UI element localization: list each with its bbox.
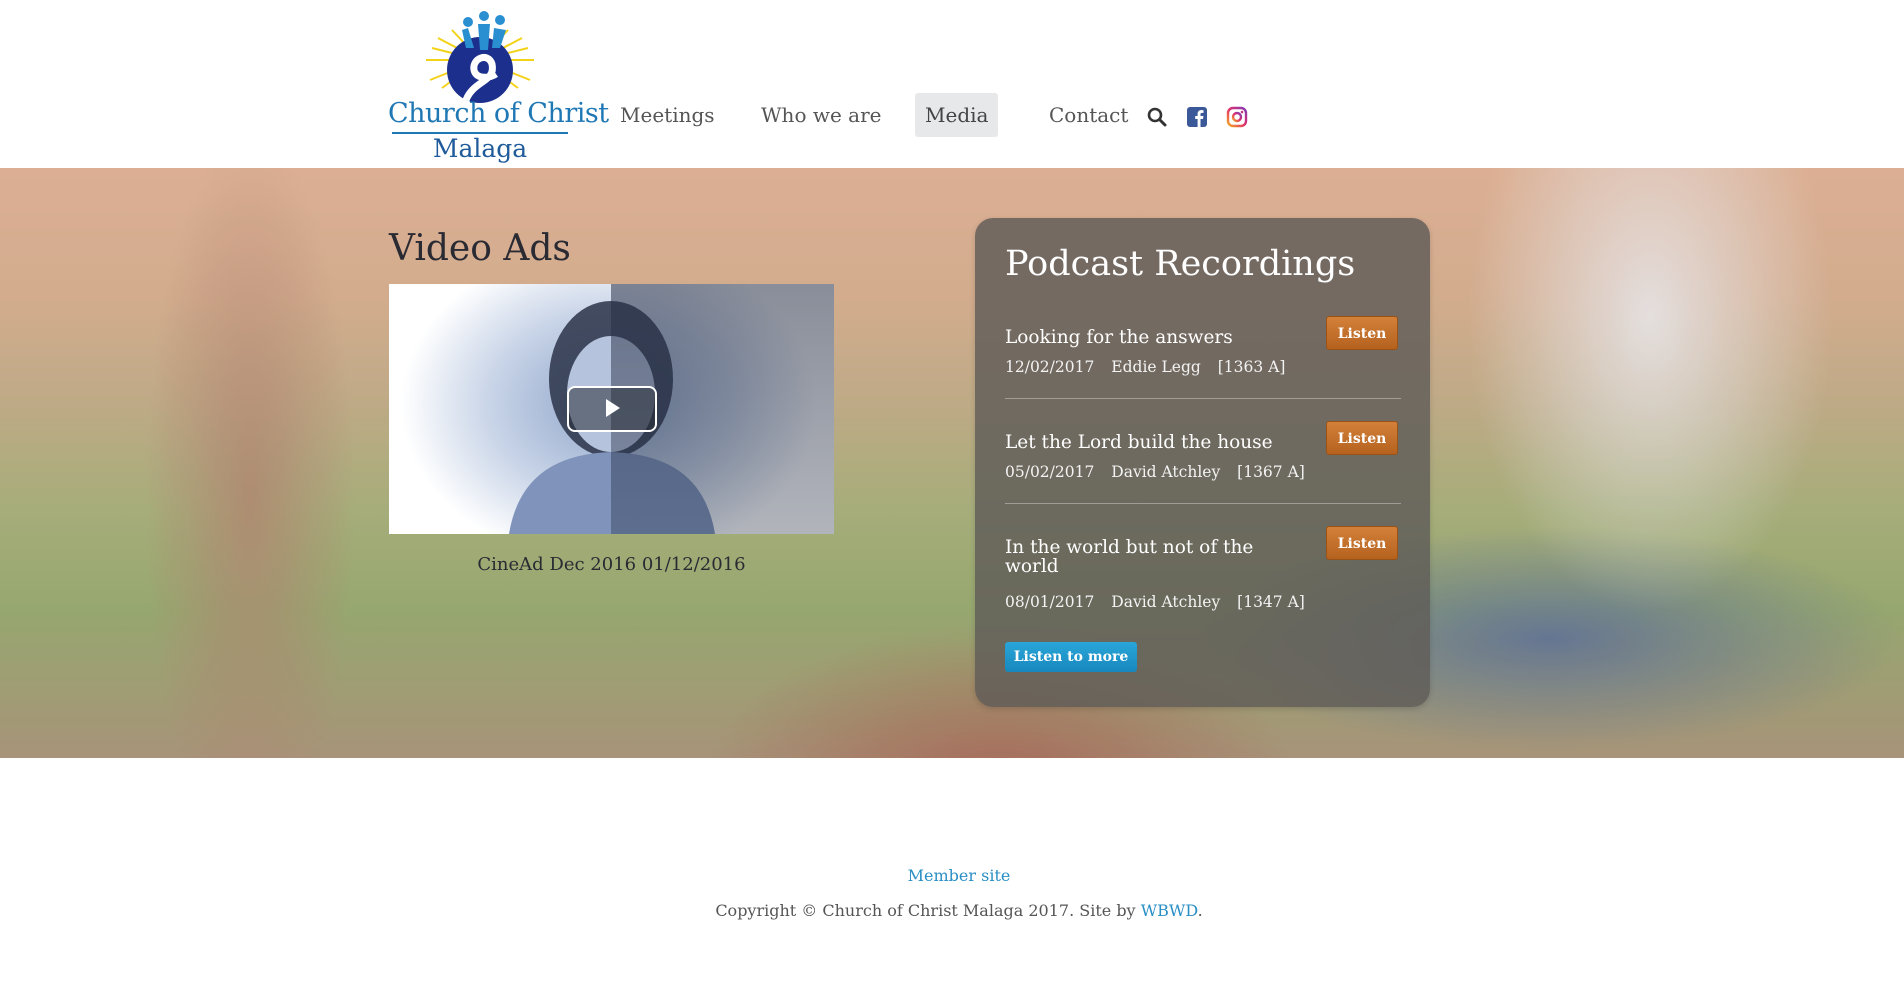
copyright-notice: Copyright © Church of Christ Malaga 2017… [0,901,1904,920]
video-section-title: Video Ads [389,228,571,269]
episode-code: [1363 A] [1217,358,1286,376]
play-button[interactable] [567,386,657,432]
logo-text-name: Church of Christ [388,98,609,129]
episode-title[interactable]: Looking for the answers [1005,328,1295,347]
hero-background: Video Ads CineAd Dec 2016 01/12/2016 Pod… [0,168,1904,758]
nav-item-who-we-are[interactable]: Who we are [751,93,891,137]
member-site-link-text[interactable]: Member site [908,866,1011,885]
video-player[interactable] [389,284,834,534]
episode-speaker: Eddie Legg [1111,358,1201,376]
episode-date: 08/01/2017 [1005,593,1095,611]
hero-overlay [0,168,1904,758]
podcast-panel: Podcast Recordings Looking for the answe… [975,218,1430,707]
search-icon[interactable] [1146,106,1168,128]
episode-divider [1005,398,1401,399]
episode-divider [1005,503,1401,504]
listen-to-more-button[interactable]: Listen to more [1005,642,1137,672]
episode-meta: 08/01/2017 David Atchley [1347 A] [1005,593,1317,611]
episode-title[interactable]: Let the Lord build the house [1005,433,1295,452]
episode-date: 12/02/2017 [1005,358,1095,376]
site-logo[interactable]: Church of Christ Malaga [388,8,609,163]
copyright-text: Copyright © Church of Christ Malaga 2017… [715,901,1141,920]
episode-code: [1347 A] [1237,593,1305,611]
video-caption: CineAd Dec 2016 01/12/2016 [477,554,746,575]
credit-link[interactable]: WBWD [1141,901,1198,920]
nav-item-meetings[interactable]: Meetings [610,93,725,137]
episode-code: [1367 A] [1237,463,1305,481]
logo-text-city: Malaga [432,134,528,163]
episode-date: 05/02/2017 [1005,463,1095,481]
episode-meta: 05/02/2017 David Atchley [1367 A] [1005,463,1317,481]
episode-speaker: David Atchley [1111,463,1221,481]
listen-button[interactable]: Listen [1326,316,1398,350]
member-site-link: Member site [0,866,1904,885]
instagram-icon[interactable] [1226,106,1248,128]
listen-button[interactable]: Listen [1326,421,1398,455]
podcast-title: Podcast Recordings [1005,244,1356,284]
episode-title[interactable]: In the world but not of the world [1005,538,1295,576]
listen-button[interactable]: Listen [1326,526,1398,560]
episode-speaker: David Atchley [1111,593,1221,611]
nav-item-media[interactable]: Media [915,93,999,137]
logo-emblem-icon [426,11,534,103]
copyright-end: . [1197,901,1203,920]
episode-meta: 12/02/2017 Eddie Legg [1363 A] [1005,358,1297,376]
site-header: Church of Christ Malaga Meetings Who we … [0,0,1904,168]
facebook-icon[interactable] [1186,106,1208,128]
nav-item-contact[interactable]: Contact [1039,93,1138,137]
